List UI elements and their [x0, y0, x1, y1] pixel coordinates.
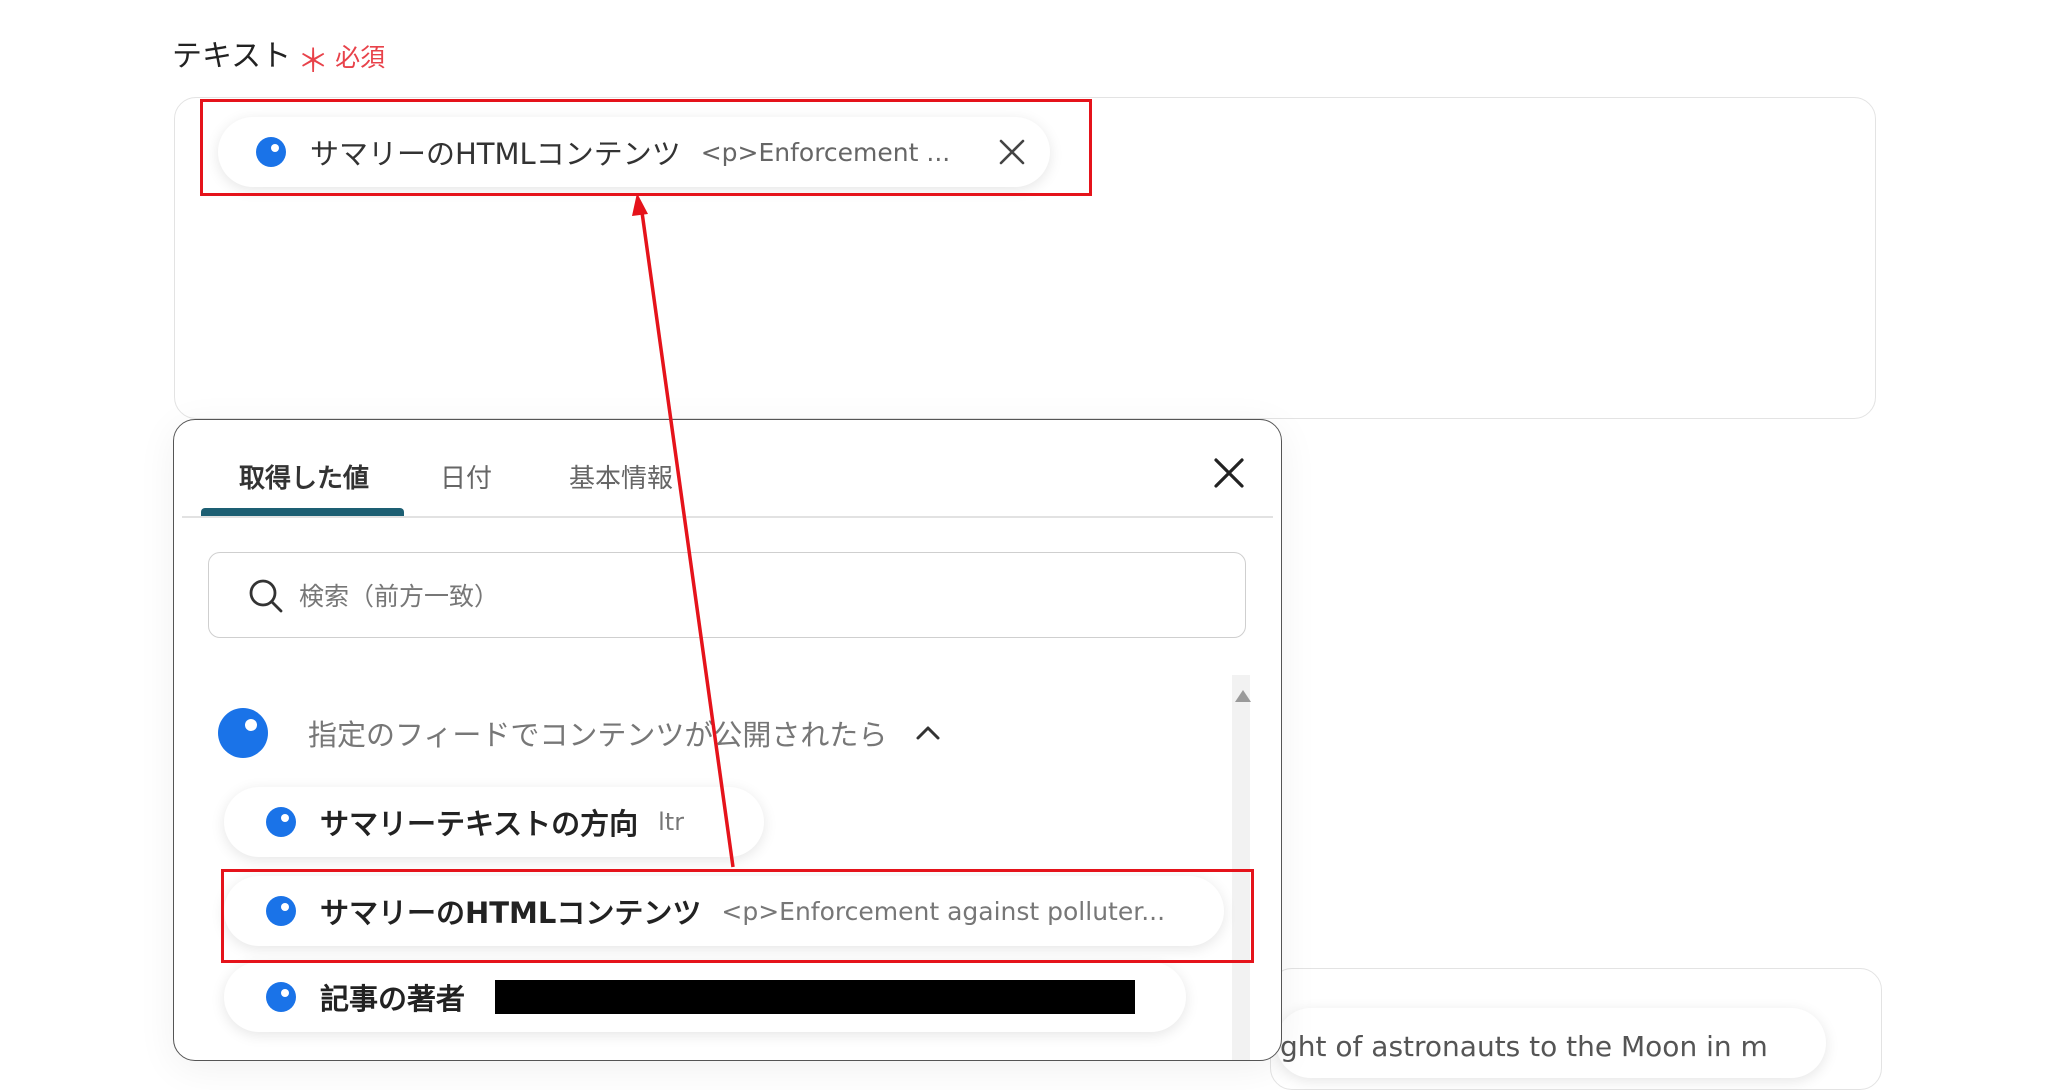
- value-picker-panel: 取得した値 日付 基本情報 指定のフィードでコンテンツが公開されたら サマリーテ…: [173, 419, 1282, 1061]
- list-item-label: 記事の著者: [320, 982, 466, 1016]
- list-item-label: サマリーテキストの方向: [320, 807, 639, 841]
- tab-acquired-values[interactable]: 取得した値: [239, 458, 369, 495]
- field-label: テキスト: [172, 39, 292, 74]
- search-icon: [249, 579, 283, 613]
- tab-divider: [182, 516, 1273, 518]
- tab-basic-info[interactable]: 基本情報: [569, 458, 673, 495]
- active-tab-indicator: [201, 508, 404, 516]
- highlight-box-list-item: [221, 869, 1254, 963]
- list-item-value: ltr: [658, 808, 685, 836]
- required-asterisk-icon: ＊: [297, 42, 330, 80]
- search-box[interactable]: [208, 552, 1246, 638]
- tab-date[interactable]: 日付: [440, 458, 492, 495]
- redacted-value: [495, 980, 1136, 1014]
- background-text: ght of astronauts to the Moon in m: [1280, 1030, 1768, 1063]
- scroll-up-arrow-icon[interactable]: [1235, 690, 1251, 702]
- highlight-box-selected: [200, 99, 1092, 196]
- trigger-group-header[interactable]: 指定のフィードでコンテンツが公開されたら: [218, 708, 943, 758]
- required-badge: 必須: [335, 43, 386, 72]
- source-dot-icon: [218, 708, 268, 758]
- source-dot-icon: [266, 982, 296, 1012]
- scrollbar[interactable]: [1232, 675, 1250, 1060]
- list-item[interactable]: サマリーテキストの方向 ltr: [224, 787, 764, 857]
- list-item[interactable]: 記事の著者: [224, 962, 1186, 1032]
- source-dot-icon: [266, 807, 296, 837]
- chevron-up-icon[interactable]: [913, 718, 943, 748]
- search-input[interactable]: [297, 575, 1201, 617]
- close-icon[interactable]: [1210, 454, 1248, 492]
- field-label-row: テキスト ＊ 必須: [172, 30, 386, 80]
- trigger-group-label: 指定のフィードでコンテンツが公開されたら: [308, 718, 888, 752]
